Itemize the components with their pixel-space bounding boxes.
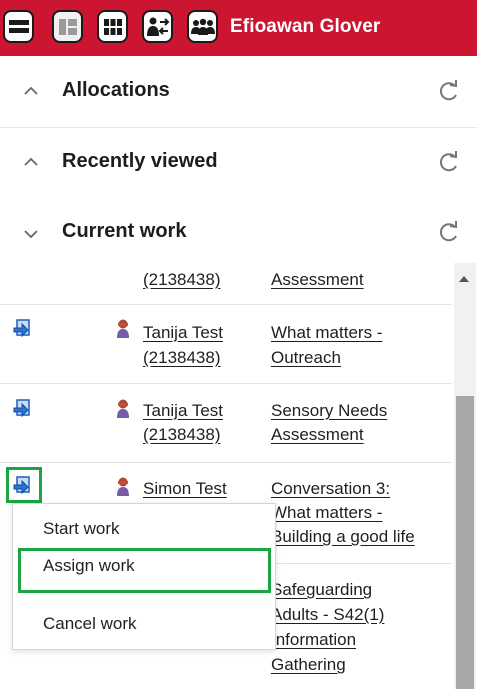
split-layout-button[interactable] <box>52 10 83 43</box>
section-allocations[interactable]: Allocations <box>0 57 477 128</box>
row-divider <box>0 383 452 384</box>
work-link-line2[interactable]: Outreach <box>271 346 341 370</box>
grid-view-icon <box>103 18 122 35</box>
scroll-up-arrow-icon[interactable] <box>459 276 469 282</box>
row-divider <box>0 304 452 305</box>
person-icon <box>117 399 129 418</box>
work-link-line3[interactable]: Building a good life <box>271 525 415 549</box>
full-view-icon <box>8 19 29 33</box>
grid-view-button[interactable] <box>97 10 128 43</box>
work-link[interactable]: Conversation 3: <box>271 477 390 501</box>
team-button[interactable] <box>187 10 218 43</box>
person-icon <box>117 319 129 338</box>
transfer-icon <box>146 17 169 36</box>
action-icon-highlight <box>6 467 42 503</box>
work-link-line2[interactable]: Assessment <box>271 423 364 447</box>
team-icon <box>190 18 215 35</box>
work-link[interactable]: Assessment <box>271 268 364 292</box>
top-bar: Efioawan Glover <box>0 0 477 56</box>
split-layout-icon <box>58 18 77 35</box>
section-title: Current work <box>62 220 187 242</box>
user-name[interactable]: Efioawan Glover <box>230 16 380 38</box>
refresh-icon[interactable] <box>437 220 459 244</box>
refresh-icon[interactable] <box>437 150 459 174</box>
full-view-button[interactable] <box>3 10 34 43</box>
person-link[interactable]: Simon Test <box>143 477 227 501</box>
person-id-link[interactable]: (2138438) <box>143 423 221 447</box>
chevron-up-icon <box>24 86 38 95</box>
section-recently-viewed[interactable]: Recently viewed <box>0 128 477 199</box>
work-link[interactable]: Sensory Needs <box>271 399 387 423</box>
menu-item-cancel-work[interactable]: Cancel work <box>43 614 137 634</box>
work-link[interactable]: What matters - <box>271 321 382 345</box>
section-title: Recently viewed <box>62 150 218 172</box>
work-link-line2[interactable]: Adults - S42(1) <box>271 603 384 627</box>
assign-work-highlight <box>18 548 271 593</box>
menu-item-start-work[interactable]: Start work <box>43 519 120 539</box>
document-action-icon[interactable] <box>13 398 33 420</box>
person-link[interactable]: (2138438) <box>143 268 221 292</box>
work-link-line4[interactable]: Gathering <box>271 653 346 677</box>
refresh-icon[interactable] <box>437 79 459 103</box>
chevron-down-icon <box>24 230 38 239</box>
section-title: Allocations <box>62 79 170 101</box>
person-link[interactable]: Tanija Test <box>143 399 223 423</box>
row-divider <box>272 563 452 564</box>
section-current-work[interactable]: Current work <box>0 198 477 268</box>
scrollbar-thumb[interactable] <box>456 396 474 689</box>
person-icon <box>117 477 129 496</box>
work-link-line3[interactable]: Information <box>271 628 356 652</box>
work-link[interactable]: Safeguarding <box>271 578 372 602</box>
document-action-icon[interactable] <box>13 318 33 340</box>
transfer-button[interactable] <box>142 10 173 43</box>
row-divider <box>0 462 452 463</box>
chevron-up-icon <box>24 157 38 166</box>
person-id-link[interactable]: (2138438) <box>143 346 221 370</box>
work-link-line2[interactable]: What matters - <box>271 501 382 525</box>
person-link[interactable]: Tanija Test <box>143 321 223 345</box>
